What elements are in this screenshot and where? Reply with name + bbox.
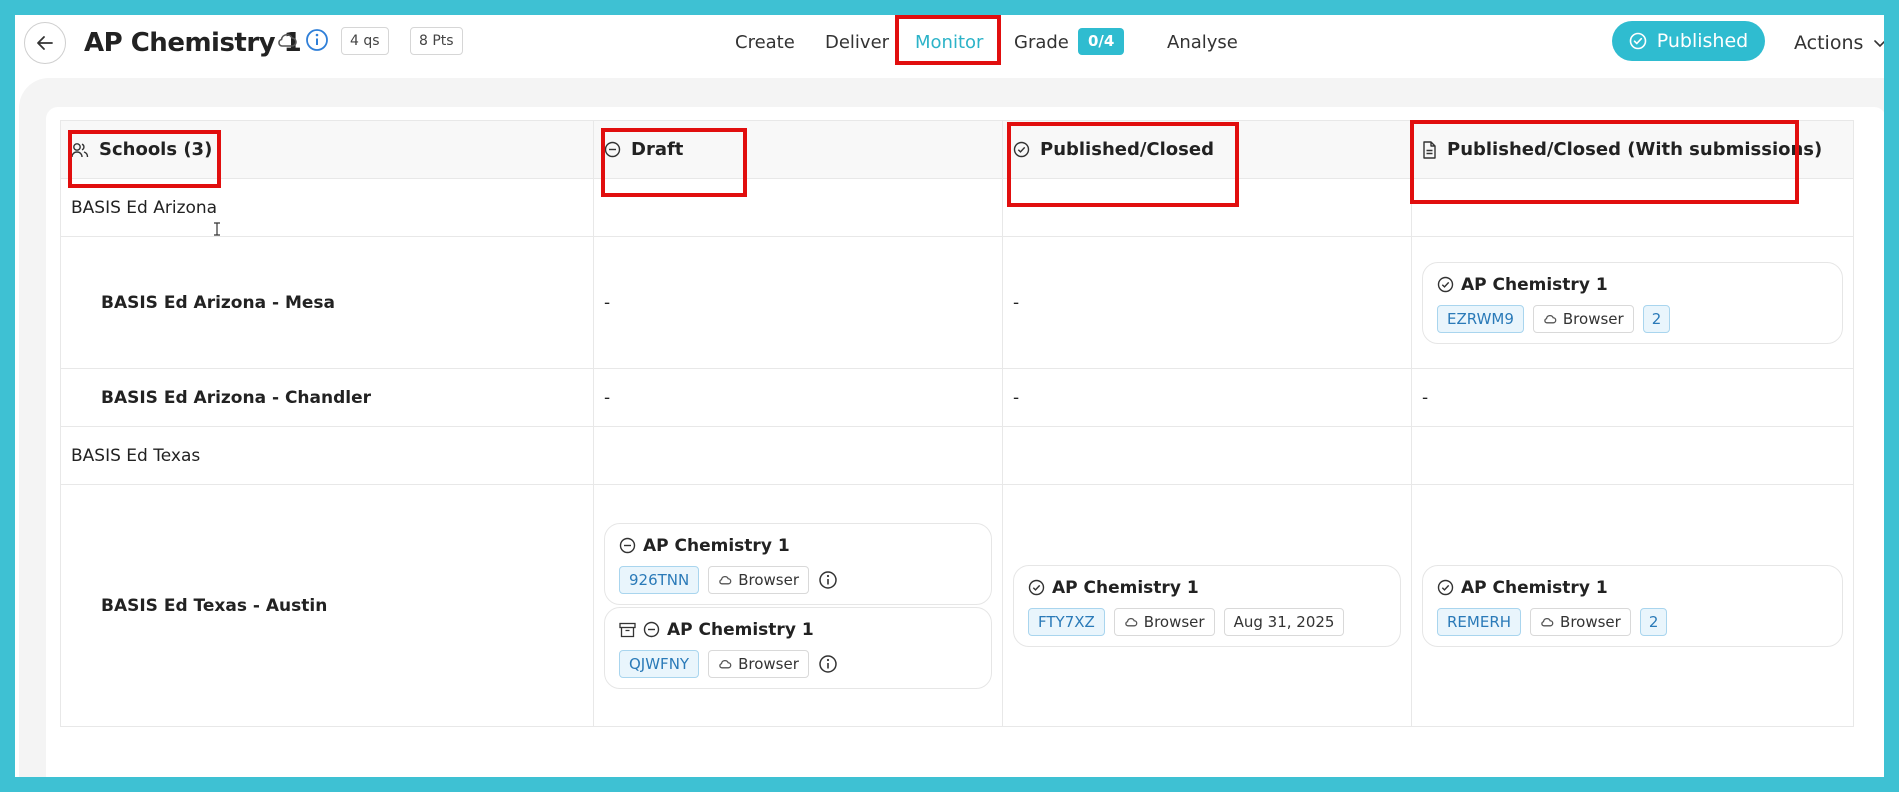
questions-count-chip: 4 qs	[341, 27, 389, 55]
check-circle-icon	[1629, 32, 1647, 50]
assessment-card[interactable]: AP Chemistry 1 FTY7XZ Browser Aug 31, 20…	[1013, 564, 1401, 647]
card-title: AP Chemistry 1	[1052, 577, 1199, 598]
empty-cell	[1411, 426, 1854, 485]
card-title: AP Chemistry 1	[1461, 274, 1608, 295]
access-code-tag[interactable]: REMERH	[1437, 607, 1522, 636]
table-row: BASIS Ed Texas	[60, 426, 1854, 485]
page-title: AP Chemistry 1	[84, 28, 302, 58]
minus-circle-icon	[643, 621, 660, 638]
column-header-published-closed-submissions: Published/Closed (With submissions)	[1411, 120, 1854, 179]
check-circle-icon	[1013, 141, 1030, 158]
empty-dash: -	[1002, 236, 1412, 369]
empty-dash: -	[1002, 368, 1412, 427]
tab-grade[interactable]: Grade	[1014, 23, 1069, 63]
table-row: BASIS Ed Arizona - Chandler - - -	[60, 368, 1854, 427]
empty-dash: -	[593, 236, 1003, 369]
card-title: AP Chemistry 1	[643, 535, 790, 556]
empty-dash: -	[1411, 368, 1854, 427]
actions-menu[interactable]: Actions	[1794, 23, 1884, 63]
date-tag: Aug 31, 2025	[1223, 607, 1345, 636]
delivery-mode-tag: Browser	[708, 565, 810, 594]
table-row: BASIS Ed Texas - Austin AP Chemistry 1 9…	[60, 484, 1854, 727]
published-closed-submissions-header-label: Published/Closed (With submissions)	[1447, 139, 1823, 160]
info-icon[interactable]	[818, 570, 838, 590]
tab-monitor[interactable]: Monitor	[915, 23, 983, 63]
text-cursor-icon	[214, 222, 220, 236]
access-code-tag[interactable]: 926TNN	[619, 565, 700, 594]
check-circle-icon	[1437, 579, 1454, 596]
check-circle-icon	[1028, 579, 1045, 596]
published-closed-header-label: Published/Closed	[1040, 139, 1214, 160]
back-button[interactable]	[24, 22, 66, 64]
assessment-card[interactable]: AP Chemistry 1 926TNN Browser	[604, 522, 992, 605]
cloud-icon	[1544, 314, 1557, 323]
column-header-published-closed: Published/Closed	[1002, 120, 1412, 179]
info-icon[interactable]	[305, 28, 329, 52]
table-row: BASIS Ed Arizona - Mesa - - AP Chemistry…	[60, 236, 1854, 369]
delivery-mode-tag: Browser	[1113, 607, 1215, 636]
empty-cell	[1002, 426, 1412, 485]
access-code-tag[interactable]: EZRWM9	[1437, 304, 1524, 333]
document-icon	[1423, 140, 1436, 159]
assessment-card[interactable]: AP Chemistry 1 REMERH Browser 2	[1422, 564, 1843, 647]
access-code-tag[interactable]: FTY7XZ	[1028, 607, 1105, 636]
minus-circle-icon	[619, 537, 636, 554]
delivery-mode-tag: Browser	[708, 649, 809, 678]
empty-dash: -	[593, 368, 1003, 427]
schools-header-label: Schools (3)	[99, 139, 213, 160]
assessment-card[interactable]: AP Chemistry 1 QJWFNY Browser	[604, 606, 992, 689]
cloud-icon	[1125, 617, 1138, 626]
column-header-schools: Schools (3)	[60, 120, 594, 179]
access-code-tag[interactable]: QJWFNY	[619, 649, 700, 678]
empty-cell	[593, 178, 1003, 237]
campus-name-mesa: BASIS Ed Arizona - Mesa	[60, 236, 594, 369]
draft-header-label: Draft	[631, 139, 684, 160]
cloud-icon	[1541, 617, 1554, 626]
grade-progress-badge: 0/4	[1078, 28, 1125, 55]
empty-cell	[1002, 178, 1412, 237]
top-header: AP Chemistry 1 4 qs 8 Pts Create Deliver…	[15, 15, 1884, 79]
empty-cell	[593, 426, 1003, 485]
actions-label: Actions	[1794, 32, 1864, 54]
points-chip: 8 Pts	[410, 27, 463, 55]
card-title: AP Chemistry 1	[1461, 577, 1608, 598]
campus-name-chandler: BASIS Ed Arizona - Chandler	[60, 368, 594, 427]
card-title: AP Chemistry 1	[667, 619, 814, 640]
published-label: Published	[1656, 30, 1749, 52]
cloud-icon[interactable]	[276, 31, 298, 49]
tab-create[interactable]: Create	[735, 23, 795, 63]
chevron-down-icon	[1874, 40, 1884, 48]
table-row: BASIS Ed Arizona	[60, 178, 1854, 237]
users-icon	[71, 142, 89, 157]
campus-name-austin: BASIS Ed Texas - Austin	[60, 484, 594, 727]
tab-deliver[interactable]: Deliver	[825, 23, 889, 63]
delivery-mode-tag: Browser	[1530, 607, 1631, 636]
submissions-count-tag[interactable]: 2	[1639, 607, 1668, 636]
monitor-table: Schools (3) Draft Published/Closed Publi…	[60, 120, 1854, 727]
tab-analyse[interactable]: Analyse	[1167, 23, 1238, 63]
archive-icon	[619, 622, 636, 637]
check-circle-icon	[1437, 276, 1454, 293]
empty-cell	[1411, 178, 1854, 237]
submissions-count-tag[interactable]: 2	[1642, 304, 1671, 333]
published-status-button[interactable]: Published	[1612, 21, 1765, 61]
school-name-arizona[interactable]: BASIS Ed Arizona	[60, 178, 594, 237]
info-icon[interactable]	[818, 654, 838, 674]
column-header-draft: Draft	[593, 120, 1003, 179]
cloud-icon	[719, 575, 732, 584]
cloud-icon	[719, 659, 732, 668]
arrow-left-icon	[37, 36, 53, 50]
assessment-card[interactable]: AP Chemistry 1 EZRWM9 Browser 2	[1422, 261, 1843, 344]
school-name-texas[interactable]: BASIS Ed Texas	[60, 426, 594, 485]
minus-circle-icon	[604, 141, 621, 158]
delivery-mode-tag: Browser	[1532, 304, 1634, 333]
